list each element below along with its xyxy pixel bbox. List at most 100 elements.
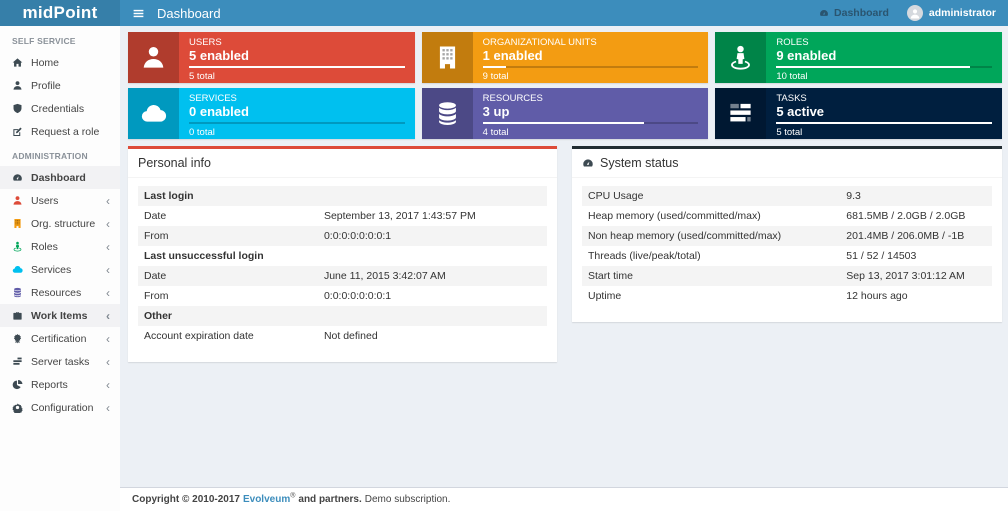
sidebar-item-configuration[interactable]: Configuration ‹ <box>0 396 120 419</box>
angle-left-icon: ‹ <box>106 354 110 369</box>
table-row: Non heap memory (used/committed/max) 201.… <box>582 226 992 246</box>
pie-chart-icon <box>12 379 24 390</box>
app-logo[interactable]: midPoint <box>0 0 120 26</box>
sidebar-item-org-structure[interactable]: Org. structure ‹ <box>0 212 120 235</box>
breadcrumb-dashboard[interactable]: Dashboard <box>819 7 889 19</box>
shield-icon <box>12 103 24 114</box>
angle-left-icon: ‹ <box>106 331 110 346</box>
sidebar-item-profile[interactable]: Profile <box>0 74 120 97</box>
sidebar-item-users[interactable]: Users ‹ <box>0 189 120 212</box>
table-row: From 0:0:0:0:0:0:0:1 <box>144 290 392 302</box>
user-icon <box>12 80 24 91</box>
sidebar-item-resources[interactable]: Resources ‹ <box>0 281 120 304</box>
footer-partners: and partners. <box>298 494 362 506</box>
top-navbar: midPoint Dashboard Dashboard administrat… <box>0 0 1008 26</box>
table-row: Last unsuccessful login <box>144 250 264 262</box>
tachometer-icon <box>819 8 829 18</box>
database-icon <box>12 287 24 298</box>
sidebar-item-server-tasks[interactable]: Server tasks ‹ <box>0 350 120 373</box>
angle-left-icon: ‹ <box>106 400 110 415</box>
cloud-icon <box>12 264 24 275</box>
system-status-table: CPU Usage 9.3 Heap memory (used/committed… <box>582 186 992 306</box>
sidebar: SELF SERVICE Home Profile Credentials Re… <box>0 26 120 511</box>
sidebar-item-request-a-role[interactable]: Request a role <box>0 120 120 143</box>
sidebar-item-certification[interactable]: Certification ‹ <box>0 327 120 350</box>
personal-info-title: Personal info <box>128 149 557 178</box>
footer: Copyright © 2010-2017 Evolveum® and partne… <box>120 487 1008 511</box>
cloud-icon <box>128 88 179 139</box>
infobox-services[interactable]: SERVICES 0 enabled 0 total <box>128 88 415 139</box>
footer-copyright: Copyright © 2010-2017 <box>132 494 240 506</box>
infobox-users[interactable]: USERS 5 enabled 5 total <box>128 32 415 83</box>
progress-track <box>482 66 699 68</box>
table-row: Heap memory (used/committed/max) 681.5MB … <box>588 210 966 222</box>
sidebar-item-reports[interactable]: Reports ‹ <box>0 373 120 396</box>
briefcase-icon <box>12 310 24 321</box>
progress-track <box>776 66 992 68</box>
sidebar-item-dashboard[interactable]: Dashboard <box>0 166 120 189</box>
angle-left-icon: ‹ <box>106 239 110 254</box>
dashboard-icon <box>12 172 24 183</box>
username-label: administrator <box>928 7 996 19</box>
tasks-icon <box>715 88 767 139</box>
angle-left-icon: ‹ <box>106 216 110 231</box>
system-status-panel: System status CPU Usage 9.3 Heap memory (… <box>572 146 1002 322</box>
table-row: From 0:0:0:0:0:0:0:1 <box>138 226 547 246</box>
infobox-resources[interactable]: RESOURCES 3 up 4 total <box>421 88 709 139</box>
table-row: Other <box>138 306 547 326</box>
evolveum-link[interactable]: Evolveum <box>243 494 290 505</box>
user-menu[interactable]: administrator <box>906 5 996 21</box>
progress-fill <box>189 66 405 68</box>
sidebar-item-services[interactable]: Services ‹ <box>0 258 120 281</box>
footer-demo: Demo subscription. <box>364 494 451 506</box>
gear-icon <box>12 402 24 413</box>
infobox-org-units[interactable]: ORGANIZATIONAL UNITS 1 enabled 9 total <box>421 32 709 83</box>
progress-fill <box>482 122 645 124</box>
sidebar-section-administration: ADMINISTRATION <box>12 151 88 161</box>
personal-info-table: Last login Date September 13, 2017 1:43:5… <box>138 186 547 346</box>
infobox-tasks[interactable]: TASKS 5 active 5 total <box>715 88 1002 139</box>
street-view-icon <box>715 32 767 83</box>
table-row: Account expiration date Not defined <box>144 330 378 342</box>
angle-left-icon: ‹ <box>106 377 110 392</box>
sidebar-item-home[interactable]: Home <box>0 51 120 74</box>
users-icon <box>12 195 24 206</box>
building-icon <box>421 32 473 83</box>
sidebar-section-self-service: SELF SERVICE <box>12 36 76 46</box>
progress-track <box>189 66 405 68</box>
table-row: Date June 11, 2015 3:42:07 AM <box>138 266 547 286</box>
angle-left-icon: ‹ <box>106 285 110 300</box>
page-title: Dashboard <box>157 5 221 21</box>
edit-icon <box>12 126 24 137</box>
angle-left-icon: ‹ <box>106 262 110 277</box>
progress-track <box>482 122 699 124</box>
registered-mark: ® <box>290 493 296 500</box>
building-icon <box>12 218 24 229</box>
progress-fill <box>482 66 507 68</box>
table-row: Uptime 12 hours ago <box>588 290 908 302</box>
sidebar-item-work-items[interactable]: Work Items ‹ <box>0 304 120 327</box>
tasks-icon <box>12 356 24 367</box>
sidebar-toggle-icon[interactable] <box>120 0 157 26</box>
street-view-icon <box>12 241 24 252</box>
personal-info-panel: Personal info Last login Date September 1… <box>128 146 557 362</box>
table-row: Start time Sep 13, 2017 3:01:12 AM <box>582 266 992 286</box>
table-row: Threads (live/peak/total) 51 / 52 / 14503 <box>588 250 917 262</box>
sidebar-item-credentials[interactable]: Credentials <box>0 97 120 120</box>
breadcrumb-label: Dashboard <box>834 7 889 19</box>
sidebar-item-roles[interactable]: Roles ‹ <box>0 235 120 258</box>
table-row: Date September 13, 2017 1:43:57 PM <box>144 210 476 222</box>
home-icon <box>12 57 24 68</box>
info-boxes: USERS 5 enabled 5 total ORGANIZATIONAL U… <box>128 32 1002 139</box>
users-icon <box>128 32 179 83</box>
infobox-roles[interactable]: ROLES 9 enabled 10 total <box>715 32 1002 83</box>
progress-fill <box>776 66 971 68</box>
database-icon <box>421 88 473 139</box>
tachometer-icon <box>582 157 594 169</box>
main-content: USERS 5 enabled 5 total ORGANIZATIONAL U… <box>120 26 1008 487</box>
table-row: Last login <box>138 186 547 206</box>
progress-fill <box>776 122 992 124</box>
system-status-title: System status <box>572 149 1002 178</box>
angle-left-icon: ‹ <box>106 193 110 208</box>
avatar <box>906 5 923 21</box>
